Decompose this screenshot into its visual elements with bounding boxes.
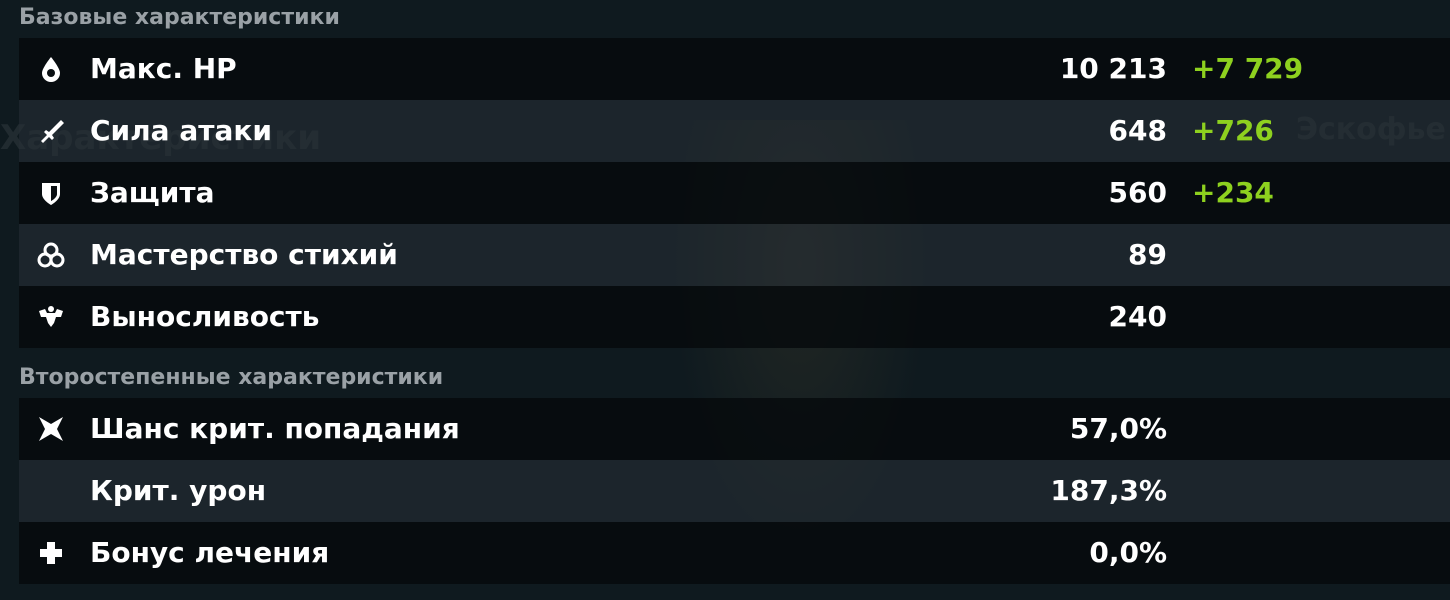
stat-label: Выносливость — [90, 300, 320, 333]
hp-drop-icon — [37, 55, 65, 83]
stat-row-elemental-mastery[interactable]: Мастерство стихий 89 — [19, 224, 1450, 286]
stat-label: Крит. урон — [90, 474, 267, 507]
stat-value: 240 — [1108, 300, 1167, 333]
stat-row-crit-rate[interactable]: Шанс крит. попадания 57,0% — [19, 398, 1450, 460]
secondary-stats-title: Второстепенные характеристики — [19, 365, 444, 390]
stat-value: 57,0% — [1069, 412, 1167, 445]
stat-value: 560 — [1108, 176, 1167, 209]
stat-bonus: +726 — [1192, 114, 1274, 147]
stat-value: 648 — [1108, 114, 1167, 147]
stat-label: Шанс крит. попадания — [90, 412, 460, 445]
stat-row-def[interactable]: Защита 560 +234 — [19, 162, 1450, 224]
stat-label: Защита — [90, 176, 215, 209]
stat-row-healing-bonus[interactable]: Бонус лечения 0,0% — [19, 522, 1450, 584]
stat-value: 0,0% — [1089, 536, 1167, 569]
stamina-icon — [37, 303, 65, 331]
stat-row-stamina[interactable]: Выносливость 240 — [19, 286, 1450, 348]
stat-value: 89 — [1128, 238, 1167, 271]
stat-bonus: +234 — [1192, 176, 1274, 209]
stat-label: Бонус лечения — [90, 536, 330, 569]
base-stats-title: Базовые характеристики — [19, 5, 340, 30]
stat-label: Макс. HP — [90, 52, 237, 85]
stat-row-crit-dmg[interactable]: Крит. урон 187,3% — [19, 460, 1450, 522]
stat-value: 10 213 — [1059, 52, 1167, 85]
stat-label: Сила атаки — [90, 114, 272, 147]
elemental-mastery-icon — [37, 241, 65, 269]
sword-icon — [37, 117, 65, 145]
healing-cross-icon — [37, 539, 65, 567]
stat-row-max-hp[interactable]: Макс. HP 10 213 +7 729 — [19, 38, 1450, 100]
stat-label: Мастерство стихий — [90, 238, 398, 271]
stat-value: 187,3% — [1050, 474, 1167, 507]
crit-rate-icon — [37, 415, 65, 443]
shield-icon — [37, 179, 65, 207]
stat-row-atk[interactable]: Сила атаки 648 +726 — [19, 100, 1450, 162]
stat-bonus: +7 729 — [1192, 52, 1304, 85]
